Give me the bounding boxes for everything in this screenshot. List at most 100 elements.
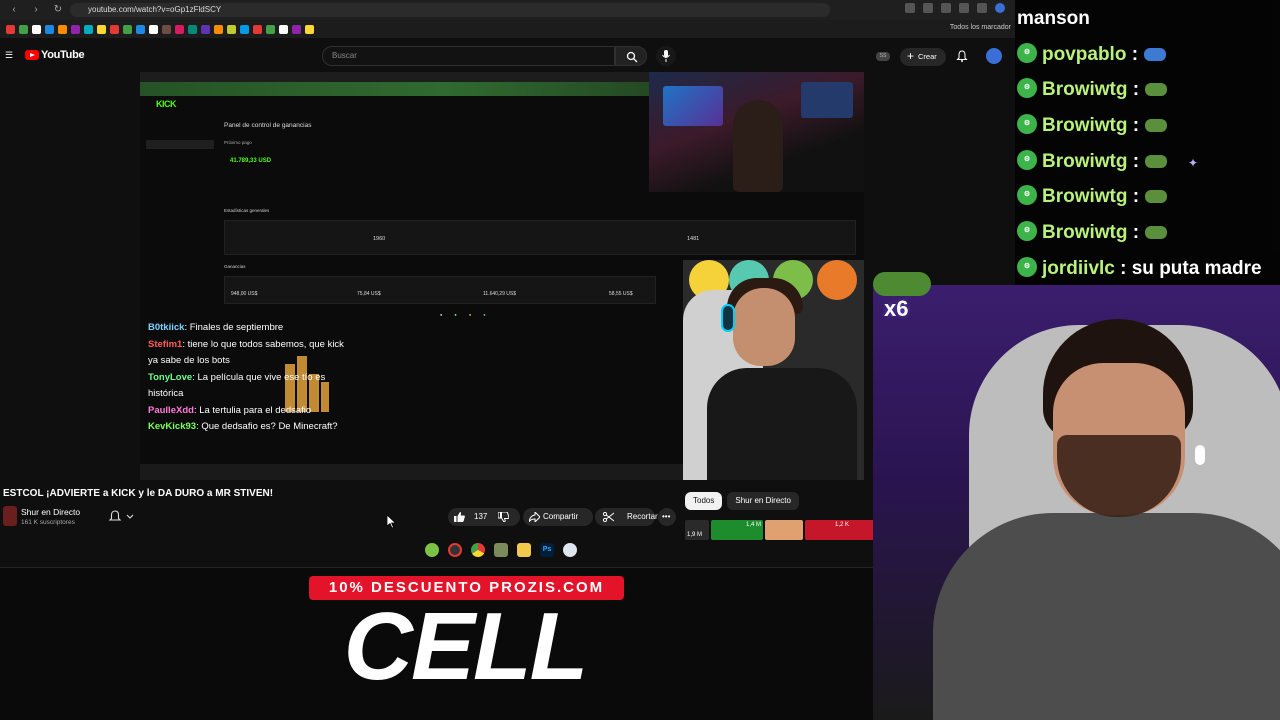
chat-line: TonyLove: La película que vive ese tío e… xyxy=(148,370,344,403)
bookmark-icon[interactable] xyxy=(162,24,171,34)
back-icon[interactable]: ‹ xyxy=(8,4,20,16)
bookmark-icon[interactable] xyxy=(58,24,67,34)
voice-search-button[interactable] xyxy=(656,46,676,66)
sidebar-item xyxy=(146,162,214,171)
related-video-thumbnail[interactable] xyxy=(765,520,803,540)
chat-badge-icon: ⚙ xyxy=(1017,149,1037,170)
related-video-thumbnail[interactable]: 1,9 M xyxy=(685,520,709,540)
chat-line: KevKick93: Que dedsafio es? De Minecraft… xyxy=(148,419,344,436)
search-button[interactable] xyxy=(615,46,647,66)
bookmark-icon[interactable] xyxy=(279,24,288,34)
tab-channel[interactable]: Shur en Directo xyxy=(727,492,799,510)
webcam-person-face xyxy=(733,288,795,366)
clip-button[interactable]: Recortar xyxy=(595,508,658,526)
user-avatar[interactable] xyxy=(986,48,1002,64)
app-icon[interactable] xyxy=(425,543,439,557)
bookmark-icon[interactable] xyxy=(136,24,145,34)
extension-icon[interactable] xyxy=(977,3,987,13)
related-tabs: Todos Shur en Directo xyxy=(685,492,799,510)
extension-icon[interactable] xyxy=(941,3,951,13)
bookmark-icon[interactable] xyxy=(149,24,158,34)
bookmark-star-icon[interactable] xyxy=(923,3,933,13)
like-button[interactable]: 137 xyxy=(448,508,520,526)
earbud-icon xyxy=(1195,445,1205,465)
share-label: Compartir xyxy=(543,512,579,521)
related-video-thumbnail[interactable]: 1,2 K xyxy=(805,520,875,540)
bookmark-icon[interactable] xyxy=(188,24,197,34)
channel-avatar[interactable] xyxy=(3,506,17,526)
chat-message: : xyxy=(1127,79,1140,100)
bookmark-icon[interactable] xyxy=(19,24,28,34)
channel-name[interactable]: Shur en Directo xyxy=(21,507,80,517)
chat-line: Stefim1: tiene lo que todos sabemos, que… xyxy=(148,337,344,370)
address-bar[interactable]: youtube.com/watch?v=oGp1zFldSCY xyxy=(70,3,830,17)
webcam-top xyxy=(649,72,864,192)
share-button[interactable]: Compartir xyxy=(523,508,593,526)
bookmark-icon[interactable] xyxy=(240,24,249,34)
bookmark-icon[interactable] xyxy=(71,24,80,34)
bookmark-icon[interactable] xyxy=(110,24,119,34)
app-icon[interactable] xyxy=(494,543,508,557)
chat-line: ⚙ Browiwtg : xyxy=(1015,218,1168,248)
bookmark-icon[interactable] xyxy=(227,24,236,34)
stream-screen: ‹ › ↻ ⌂ youtube.com/watch?v=oGp1zFldSCY xyxy=(0,0,1280,720)
extension-icon[interactable] xyxy=(905,3,915,13)
webcam-person-body xyxy=(707,368,857,480)
create-button[interactable]: Crear xyxy=(900,47,946,66)
bookmark-icon[interactable] xyxy=(175,24,184,34)
bookmark-icon[interactable] xyxy=(32,24,41,34)
related-video-thumbnail[interactable]: 1,4 M xyxy=(711,520,763,540)
inner-browser-tabs xyxy=(140,72,650,82)
bookmark-icon[interactable] xyxy=(123,24,132,34)
folder-icon[interactable] xyxy=(517,543,531,557)
earning-value: 75,84 US$ xyxy=(357,291,381,297)
photoshop-icon[interactable]: Ps xyxy=(540,543,554,557)
youtube-logo-icon[interactable] xyxy=(25,50,39,60)
chat-badge-icon: ⚙ xyxy=(1017,256,1037,277)
chrome-icon[interactable] xyxy=(471,543,485,557)
emote-icon xyxy=(1145,155,1168,169)
menu-icon[interactable]: ☰ xyxy=(5,51,13,60)
legend-item xyxy=(440,312,444,317)
chat-username: PaulleXdd xyxy=(148,404,194,416)
bookmark-icon[interactable] xyxy=(45,24,54,34)
chat-line: ⚙ povpablo : xyxy=(1015,40,1167,70)
next-payment-amount: 41.789,33 USD xyxy=(230,158,272,164)
all-bookmarks-label[interactable]: Todos los marcador xyxy=(950,24,1011,31)
search-input[interactable]: Buscar xyxy=(322,46,615,66)
app-icon[interactable] xyxy=(448,543,462,557)
more-actions-button[interactable]: ••• xyxy=(658,508,676,526)
bookmark-icon[interactable] xyxy=(214,24,223,34)
forward-icon[interactable]: › xyxy=(30,4,42,16)
bookmark-icon[interactable] xyxy=(84,24,93,34)
sidebar-item xyxy=(146,195,214,204)
thumbs-up-icon xyxy=(454,512,465,522)
bookmark-icon[interactable] xyxy=(201,24,210,34)
subscribed-bell-button[interactable] xyxy=(106,509,140,525)
mouse-cursor-icon xyxy=(387,515,397,529)
bookmark-icon[interactable] xyxy=(253,24,262,34)
stream-chat: manson ⚙ povpablo : ⚙ Browiwtg : ⚙ Browiwtg… xyxy=(1015,0,1280,285)
reload-icon[interactable]: ↻ xyxy=(52,4,64,16)
profile-icon[interactable] xyxy=(995,3,1005,13)
legend-item xyxy=(454,312,458,317)
bookmark-icon[interactable] xyxy=(292,24,301,34)
notifications-bell-icon[interactable] xyxy=(956,50,968,62)
sidebar-item xyxy=(146,151,214,160)
bookmark-icon[interactable] xyxy=(305,24,314,34)
sidebar-item xyxy=(146,184,214,193)
bookmark-icon[interactable] xyxy=(6,24,15,34)
bookmark-icon[interactable] xyxy=(266,24,275,34)
general-stats-box: 1960 1481 xyxy=(224,220,856,255)
app-icon[interactable] xyxy=(563,543,577,557)
chat-message: : Finales de septiembre xyxy=(184,322,284,333)
emote-icon xyxy=(1145,226,1168,240)
video-player[interactable]: KICK Panel de control de ganancias Próxi… xyxy=(140,72,864,480)
thumbs-down-icon[interactable] xyxy=(498,512,509,522)
youtube-logo-text[interactable]: YouTube xyxy=(41,49,85,61)
tab-all[interactable]: Todos xyxy=(685,492,723,510)
bookmark-icon[interactable] xyxy=(97,24,106,34)
extension-icon[interactable] xyxy=(959,3,969,13)
headphones-icon xyxy=(721,304,735,332)
cast-icon[interactable]: SS xyxy=(876,52,890,61)
